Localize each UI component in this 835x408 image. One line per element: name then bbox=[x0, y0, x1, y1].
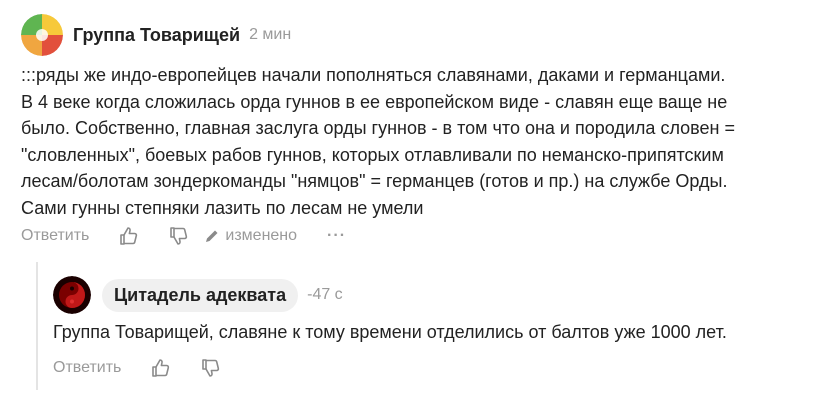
comment-time: 2 мин bbox=[249, 26, 292, 43]
more-button[interactable]: ··· bbox=[327, 227, 346, 245]
reply-time: -47 с bbox=[307, 286, 343, 303]
edited-label: изменено bbox=[225, 227, 298, 244]
thumbs-down-icon[interactable] bbox=[201, 358, 221, 378]
comment-text-line: В 4 веке когда сложилась орда гуннов в е… bbox=[21, 91, 728, 112]
pencil-icon bbox=[205, 229, 219, 243]
comment-text: :::ряды же индо-европейцев начали пополн… bbox=[21, 62, 821, 221]
thread-line bbox=[36, 262, 38, 390]
reply-actions: Ответить bbox=[53, 358, 221, 378]
thumbs-down-icon[interactable] bbox=[169, 226, 189, 246]
reply-button[interactable]: Ответить bbox=[53, 359, 121, 377]
avatar[interactable] bbox=[53, 276, 91, 314]
comment-text-line: было. Собственно, главная заслуга орды г… bbox=[21, 118, 735, 138]
avatar[interactable] bbox=[21, 14, 63, 56]
comment-text-line: "словленных", боевых рабов гуннов, котор… bbox=[21, 144, 724, 165]
comment-actions: Ответить изменено ··· bbox=[21, 226, 346, 246]
reply-author-name[interactable]: Цитадель адеквата bbox=[102, 278, 299, 312]
reply-text: Группа Товарищей, славяне к тому времени… bbox=[53, 322, 727, 342]
comment-header: Группа Товарищей 2 мин bbox=[21, 14, 291, 56]
comment-text-line: лесам/болотам зондеркоманды "нямцов" = г… bbox=[21, 171, 728, 191]
thumbs-up-icon[interactable] bbox=[119, 226, 139, 246]
comment-text-line: Сами гунны степняки лазить по лесам не у… bbox=[21, 197, 424, 218]
reply-header: Цитадель адеквата -47 с bbox=[53, 276, 343, 314]
thumbs-up-icon[interactable] bbox=[151, 358, 171, 378]
yin-yang-avatar-icon bbox=[53, 276, 91, 314]
pinwheel-avatar-icon bbox=[21, 14, 63, 56]
comment-text-line: :::ряды же индо-европейцев начали пополн… bbox=[21, 65, 726, 85]
author-name[interactable]: Группа Товарищей bbox=[73, 25, 240, 46]
reply-button[interactable]: Ответить bbox=[21, 227, 89, 245]
